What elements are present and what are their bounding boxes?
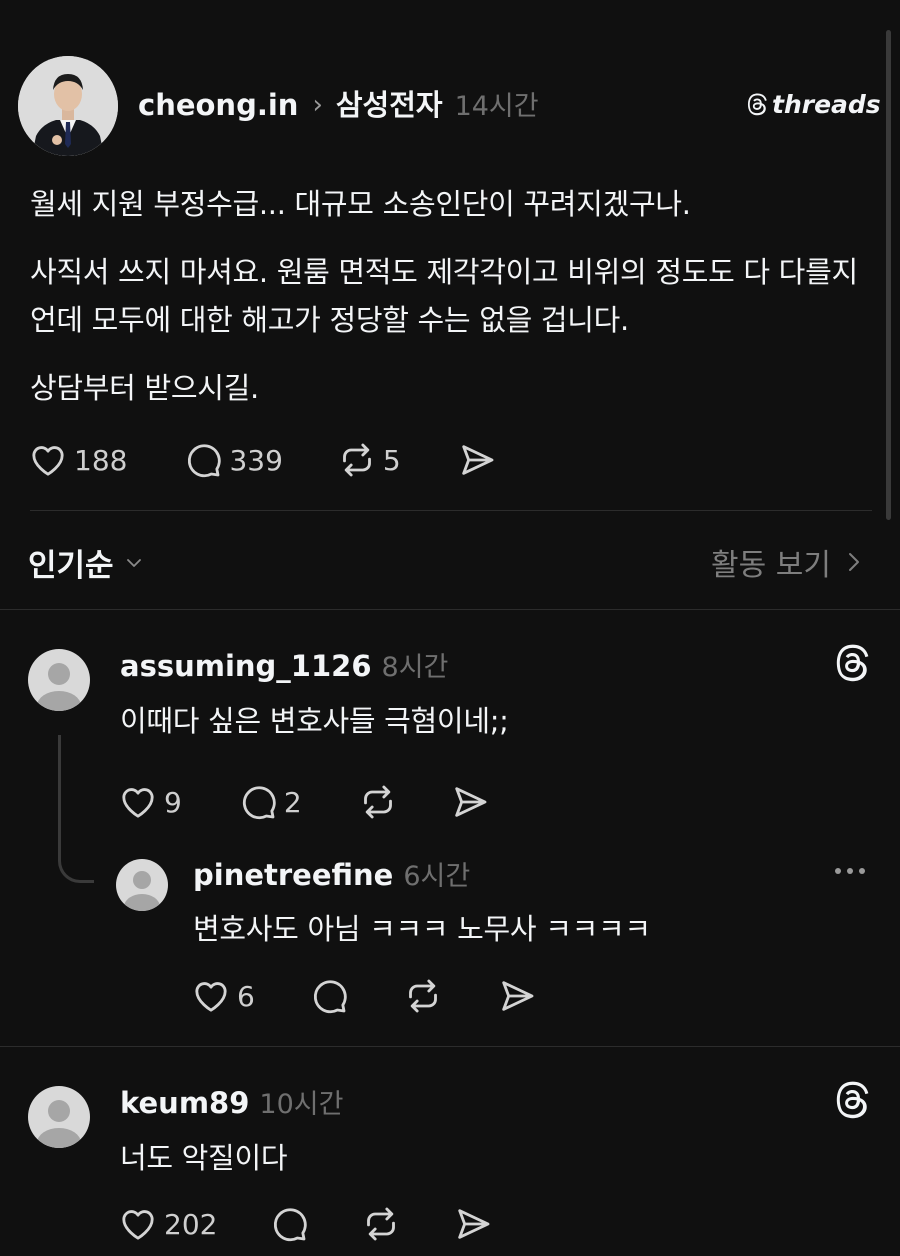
share-button[interactable] — [450, 782, 490, 822]
threads-post-screen: cheong.in › 삼성전자 14시간 threads 월세 지원 부정수급… — [0, 0, 900, 1256]
like-button[interactable]: 9 — [118, 782, 182, 822]
comment-text: 이때다 싶은 변호사들 극혐이네;; — [120, 704, 509, 738]
comment-actions: 9 2 — [118, 782, 490, 822]
send-icon — [502, 981, 534, 1011]
comment-username[interactable]: keum89 — [120, 1086, 249, 1120]
chevron-right-icon — [848, 553, 859, 571]
reply-button[interactable] — [309, 976, 349, 1016]
reply-count: 339 — [229, 443, 283, 477]
repost-icon — [408, 979, 437, 1013]
author-avatar[interactable] — [18, 56, 118, 156]
commenter-avatar[interactable] — [28, 1086, 90, 1148]
repost-icon — [367, 1207, 396, 1241]
post-content: 월세 지원 부정수급... 대규모 소송인단이 꾸려지겠구나. 사직서 쓰지 마… — [30, 180, 880, 412]
divider — [30, 510, 872, 511]
repost-button[interactable] — [358, 782, 398, 822]
like-count: 188 — [74, 443, 128, 477]
threads-logo-icon[interactable] — [832, 1081, 872, 1121]
send-icon — [461, 445, 494, 475]
sort-label: 인기순 — [28, 548, 114, 584]
heart-icon — [122, 1210, 154, 1240]
share-button[interactable] — [497, 976, 537, 1016]
chevron-right-icon: › — [312, 90, 323, 120]
like-count: 202 — [164, 1207, 218, 1241]
divider — [0, 1046, 900, 1047]
threads-wordmark: threads — [772, 90, 881, 119]
reply-username[interactable]: pinetreefine — [193, 858, 393, 892]
post-header: cheong.in › 삼성전자 14시간 — [138, 82, 539, 124]
view-activity-link[interactable]: 활동 보기 — [711, 540, 863, 584]
reply-button[interactable] — [269, 1204, 309, 1244]
comment-text: 너도 악질이다 — [120, 1141, 288, 1175]
threads-logo-icon — [747, 92, 767, 115]
repost-button[interactable] — [403, 976, 443, 1016]
scrollbar[interactable] — [886, 30, 891, 520]
like-button[interactable]: 188 — [28, 440, 127, 480]
reply-actions: 6 — [191, 976, 537, 1016]
send-icon — [458, 1209, 490, 1239]
repost-button[interactable] — [361, 1204, 401, 1244]
chevron-down-icon — [126, 558, 141, 567]
divider — [0, 609, 900, 610]
comment-icon — [188, 444, 222, 478]
repost-count: 5 — [382, 443, 401, 477]
reply-count: 2 — [283, 785, 302, 819]
like-count: 9 — [164, 785, 182, 819]
comment-header: assuming_1126 8시간 — [120, 645, 448, 684]
repost-icon — [363, 785, 392, 819]
comment-header: keum89 10시간 — [120, 1082, 343, 1121]
share-button[interactable] — [457, 440, 497, 480]
like-button[interactable]: 202 — [118, 1204, 217, 1244]
post-paragraph: 월세 지원 부정수급... 대규모 소송인단이 꾸려지겠구나. — [30, 187, 691, 221]
comment-timestamp: 10시간 — [259, 1089, 344, 1120]
post-paragraph: 상담부터 받으시길. — [30, 371, 259, 405]
comment-timestamp: 8시간 — [381, 652, 449, 683]
share-button[interactable] — [453, 1204, 493, 1244]
more-icon[interactable] — [835, 868, 865, 874]
threads-brand[interactable]: threads — [746, 90, 881, 119]
reply-avatar[interactable] — [116, 859, 168, 911]
reply-timestamp: 6시간 — [403, 861, 471, 892]
comment-actions: 202 — [118, 1204, 493, 1244]
comment-icon — [242, 786, 276, 820]
sort-dropdown[interactable]: 인기순 — [28, 540, 146, 585]
threads-logo-icon[interactable] — [832, 644, 872, 684]
community-name[interactable]: 삼성전자 — [336, 82, 443, 124]
commenter-avatar[interactable] — [28, 649, 90, 711]
post-paragraph: 사직서 쓰지 마셔요. 원룸 면적도 제각각이고 비위의 정도도 다 다를지언데… — [30, 255, 858, 337]
post-timestamp: 14시간 — [454, 91, 539, 122]
send-icon — [454, 787, 487, 817]
reply-button[interactable]: 2 — [238, 782, 302, 822]
thread-connector — [58, 735, 94, 883]
heart-icon — [32, 446, 64, 476]
author-username[interactable]: cheong.in — [138, 88, 298, 122]
reply-text: 변호사도 아님 ㅋㅋㅋ 노무사 ㅋㅋㅋㅋ — [193, 912, 651, 946]
like-button[interactable]: 6 — [191, 976, 255, 1016]
heart-icon — [122, 788, 154, 818]
comment-icon — [313, 980, 347, 1014]
repost-icon — [342, 443, 371, 477]
heart-icon — [195, 982, 227, 1012]
comment-icon — [274, 1208, 308, 1242]
like-count: 6 — [237, 979, 255, 1013]
comment-username[interactable]: assuming_1126 — [120, 649, 372, 683]
view-activity-label: 활동 보기 — [711, 548, 831, 583]
reply-button[interactable]: 339 — [183, 440, 283, 480]
post-actions: 188 339 5 — [28, 440, 497, 480]
reply-header: pinetreefine 6시간 — [193, 854, 470, 893]
repost-button[interactable]: 5 — [337, 440, 401, 480]
